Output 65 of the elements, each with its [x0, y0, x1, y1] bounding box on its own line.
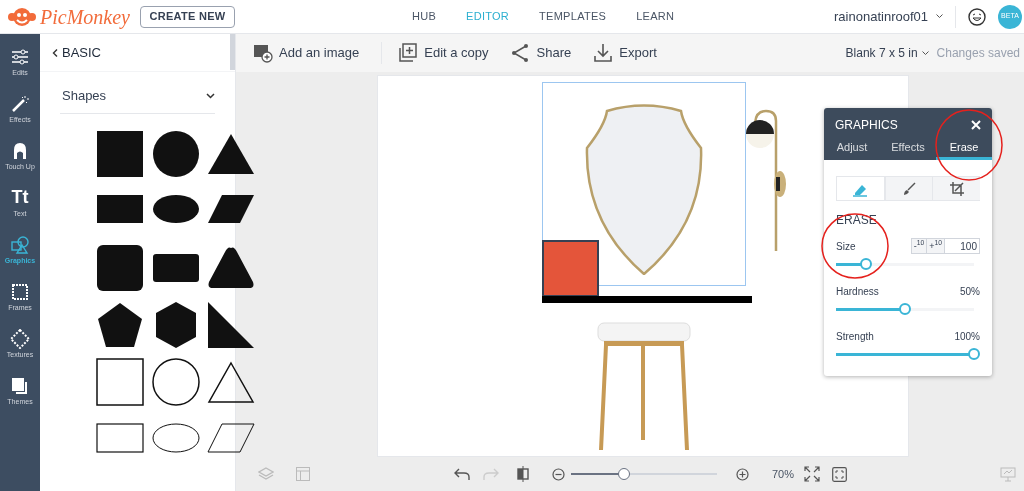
slider-value: 50%: [960, 284, 980, 299]
add-image-icon: [253, 43, 273, 63]
nav-link[interactable]: LEARN: [636, 8, 675, 25]
fullscreen-icon[interactable]: [832, 466, 848, 482]
square-shape[interactable]: [96, 130, 144, 178]
text-tool-icon[interactable]: Tt: [11, 187, 29, 208]
shapes-icon[interactable]: [10, 234, 30, 255]
smiley-icon[interactable]: [968, 7, 986, 26]
square-outline-shape[interactable]: [96, 358, 144, 406]
toolbar-button[interactable]: Edit a copy: [398, 43, 489, 63]
stool-drawing[interactable]: [596, 321, 692, 451]
toolbar-button[interactable]: Add an image: [253, 43, 360, 63]
shield-mirror-drawing[interactable]: [583, 103, 705, 275]
username[interactable]: rainonatinroof01: [834, 6, 928, 27]
slider-thumb[interactable]: [968, 348, 980, 360]
zoom-percentage: 70%: [772, 466, 795, 482]
back-chevron-icon[interactable]: [52, 48, 58, 57]
slider-track[interactable]: [836, 348, 980, 360]
back-link[interactable]: BASIC: [62, 42, 101, 63]
flip-icon[interactable]: [516, 466, 530, 482]
zoom-in-icon[interactable]: [736, 467, 749, 481]
slider-label: Strength: [836, 329, 874, 344]
pattern-tile-photo-placeholder: [542, 240, 599, 297]
scrollbar-thumb[interactable]: [230, 34, 235, 70]
duplicate-icon: [398, 43, 419, 63]
fit-screen-icon[interactable]: [804, 466, 821, 482]
share-icon: [510, 43, 531, 63]
nav-link[interactable]: HUB: [412, 8, 437, 25]
chevron-down-icon[interactable]: [921, 50, 929, 56]
zoom-out-icon[interactable]: [552, 467, 565, 481]
toolbar-button[interactable]: Share: [510, 43, 572, 63]
chevron-down-icon[interactable]: [936, 14, 943, 19]
themes-icon[interactable]: [10, 375, 30, 396]
download-icon: [593, 43, 614, 63]
toolbar-button[interactable]: Export: [593, 43, 657, 63]
slider-thumb[interactable]: [899, 303, 911, 315]
texture-icon[interactable]: [10, 328, 30, 349]
sliders-icon[interactable]: [10, 46, 30, 67]
panel-title: GRAPHICS: [835, 117, 898, 134]
circle-outline-shape[interactable]: [151, 358, 200, 406]
slider-thumb[interactable]: [860, 258, 873, 270]
frame-icon[interactable]: [10, 281, 30, 302]
rounded-square-shape[interactable]: [96, 244, 144, 292]
nav-link[interactable]: TEMPLATES: [539, 8, 607, 25]
circle-shape[interactable]: [151, 130, 200, 178]
slider-value: 100%: [954, 329, 980, 344]
pentagon-shape[interactable]: [96, 301, 144, 349]
create-new-button[interactable]: CREATE NEW: [140, 5, 235, 28]
save-status: Changes saved: [936, 45, 1020, 62]
slider-label: Hardness: [836, 284, 879, 299]
zoom-slider-thumb[interactable]: [617, 468, 630, 480]
crop-icon[interactable]: [932, 176, 980, 200]
magic-wand-icon[interactable]: [10, 93, 30, 114]
document-size-dropdown[interactable]: Blank 7 x 5 in: [845, 44, 918, 62]
undo-icon[interactable]: [454, 467, 470, 481]
chevron-down-icon[interactable]: [206, 92, 215, 99]
slider-label: Size: [836, 239, 856, 254]
close-icon[interactable]: [971, 120, 981, 130]
section-dropdown[interactable]: Shapes: [62, 85, 107, 106]
right-triangle-shape[interactable]: [207, 301, 256, 349]
annotation-circle: [820, 212, 890, 280]
panel-tab[interactable]: Adjust: [824, 138, 880, 160]
panel-tab[interactable]: Effects: [880, 138, 936, 160]
section-heading: ERASE: [836, 212, 877, 229]
monkey-logo-icon: [8, 5, 36, 28]
